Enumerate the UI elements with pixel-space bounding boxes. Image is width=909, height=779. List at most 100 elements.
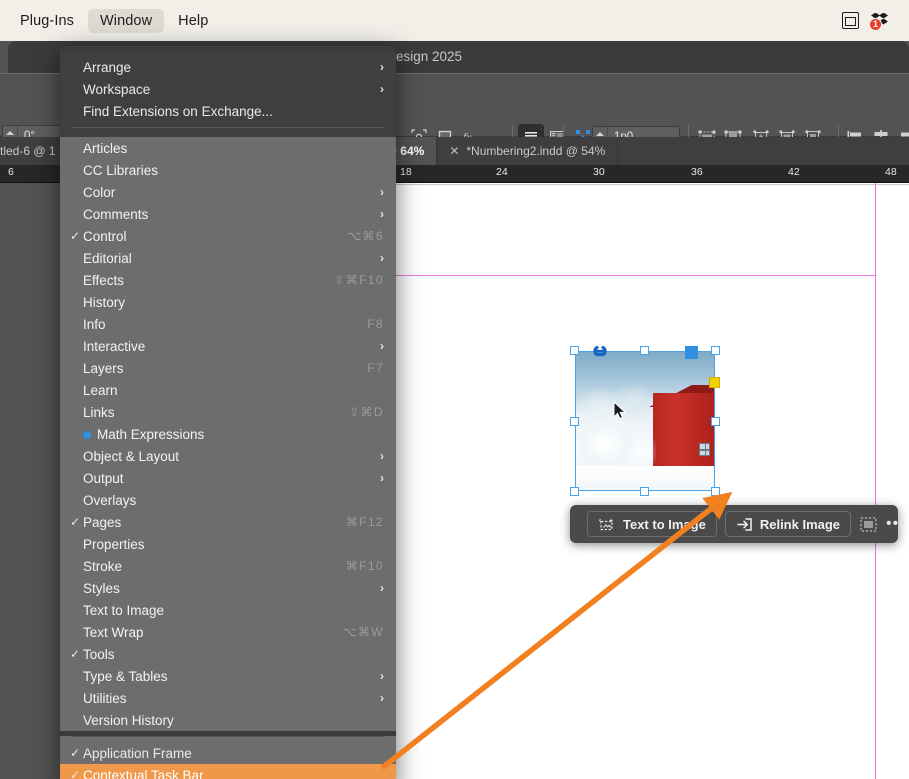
menu-item-math-expressions[interactable]: Math Expressions bbox=[60, 423, 396, 445]
chevron-right-icon: › bbox=[380, 669, 384, 683]
menu-item-learn[interactable]: Learn bbox=[60, 379, 396, 401]
handle-top-left[interactable] bbox=[570, 346, 579, 355]
menu-item-find-extensions[interactable]: Find Extensions on Exchange... bbox=[60, 100, 396, 122]
menu-item-editorial[interactable]: Editorial › bbox=[60, 247, 396, 269]
handle-middle-right[interactable] bbox=[711, 417, 720, 426]
menu-item-overlays[interactable]: Overlays bbox=[60, 489, 396, 511]
document-tab-4-label: *Numbering2.indd @ 54% bbox=[466, 144, 606, 158]
menu-check: ✓ bbox=[70, 229, 81, 243]
menu-item-cc-libraries[interactable]: CC Libraries bbox=[60, 159, 396, 181]
menu-item-label: Articles bbox=[83, 140, 128, 156]
menu-item-contextual-task-bar[interactable]: ✓ Contextual Task Bar bbox=[60, 764, 396, 779]
menu-section-bottom: ✓ Application Frame ✓ Contextual Task Ba… bbox=[60, 736, 396, 779]
text-to-image-button[interactable]: Text to Image bbox=[587, 511, 717, 537]
handle-top-right[interactable] bbox=[711, 346, 720, 355]
menu-item-layers[interactable]: Layers F7 bbox=[60, 357, 396, 379]
ruler-label-1: 24 bbox=[496, 166, 508, 178]
menu-item-application-frame[interactable]: ✓ Application Frame bbox=[60, 742, 396, 764]
chevron-right-icon: › bbox=[380, 207, 384, 221]
menu-bar-status-icons: 1 bbox=[842, 12, 909, 31]
menu-divider-1 bbox=[72, 127, 384, 128]
menu-item-properties[interactable]: Properties bbox=[60, 533, 396, 555]
chevron-right-icon: › bbox=[380, 691, 384, 705]
menu-item-text-to-image[interactable]: Text to Image bbox=[60, 599, 396, 621]
menu-item-label: Comments bbox=[83, 206, 149, 222]
handle-bottom-center[interactable] bbox=[640, 487, 649, 496]
dropbox-icon[interactable]: 1 bbox=[869, 12, 893, 31]
menu-item-interactive[interactable]: Interactive › bbox=[60, 335, 396, 357]
ruler-label-2: 30 bbox=[593, 166, 605, 178]
menu-item-stroke[interactable]: Stroke ⌘F10 bbox=[60, 555, 396, 577]
document-tab-0[interactable]: tled-6 @ 1 bbox=[0, 137, 64, 165]
app-title: esign 2025 bbox=[396, 49, 463, 64]
dropbox-badge: 1 bbox=[869, 17, 882, 31]
menu-item-articles[interactable]: Articles bbox=[60, 137, 396, 159]
menu-item-links[interactable]: Links ⇧⌘D bbox=[60, 401, 396, 423]
menu-item-label: Contextual Task Bar bbox=[83, 767, 204, 779]
handle-middle-left[interactable] bbox=[570, 417, 579, 426]
handle-bottom-right[interactable] bbox=[711, 487, 720, 496]
menu-item-version-history[interactable]: Version History bbox=[60, 709, 396, 731]
contextual-task-bar[interactable]: Text to Image Relink Image ••• bbox=[570, 505, 905, 543]
menu-shortcut: ⇧⌘D bbox=[349, 405, 384, 419]
menu-item-control[interactable]: ✓ Control ⌥⌘6 bbox=[60, 225, 396, 247]
text-to-image-label: Text to Image bbox=[623, 516, 706, 532]
menu-item-label: Learn bbox=[83, 382, 118, 398]
window-dropdown-menu[interactable]: Arrange › Workspace › Find Extensions on… bbox=[60, 46, 396, 779]
document-tab-0-label: tled-6 @ 1 bbox=[0, 144, 56, 158]
mouse-cursor-icon bbox=[613, 400, 627, 420]
menu-item-color[interactable]: Color › bbox=[60, 181, 396, 203]
menu-item-label: Interactive bbox=[83, 338, 146, 354]
menu-item-type-tables[interactable]: Type & Tables › bbox=[60, 665, 396, 687]
menu-item-label: Overlays bbox=[83, 492, 137, 508]
menu-item-pages[interactable]: ✓ Pages ⌘F12 bbox=[60, 511, 396, 533]
relink-image-button[interactable]: Relink Image bbox=[724, 511, 852, 537]
menu-item-label: Color bbox=[83, 184, 116, 200]
handle-bottom-left[interactable] bbox=[570, 487, 579, 496]
menu-help[interactable]: Help bbox=[166, 9, 220, 33]
menu-item-utilities[interactable]: Utilities › bbox=[60, 687, 396, 709]
menu-item-label: Effects bbox=[83, 272, 125, 288]
chevron-right-icon: › bbox=[380, 251, 384, 265]
corner-options-yellow-handle[interactable] bbox=[709, 377, 720, 388]
menu-item-label: Math Expressions bbox=[83, 427, 384, 442]
menu-item-styles[interactable]: Styles › bbox=[60, 577, 396, 599]
menu-item-history[interactable]: History bbox=[60, 291, 396, 313]
menu-item-label: Object & Layout bbox=[83, 448, 180, 464]
menu-plug-ins[interactable]: Plug-Ins bbox=[8, 9, 86, 33]
menu-item-workspace[interactable]: Workspace › bbox=[60, 78, 396, 100]
macos-menu-bar: Plug-Ins Window Help 1 bbox=[0, 0, 909, 41]
vertical-guide bbox=[875, 183, 876, 779]
menu-item-label: Properties bbox=[83, 536, 145, 552]
menu-shortcut: ⌥⌘W bbox=[342, 625, 384, 639]
menu-shortcut: ⇧⌘F10 bbox=[334, 273, 384, 287]
handle-top-blue[interactable] bbox=[685, 346, 698, 359]
document-tab-4[interactable]: ✕ *Numbering2.indd @ 54% bbox=[437, 137, 619, 165]
menu-shortcut: F8 bbox=[367, 317, 384, 331]
menu-item-tools[interactable]: ✓ Tools bbox=[60, 643, 396, 665]
screenshot-icon[interactable] bbox=[842, 12, 859, 29]
menu-item-arrange[interactable]: Arrange › bbox=[60, 56, 396, 78]
document-canvas[interactable] bbox=[396, 183, 909, 779]
menu-item-info[interactable]: Info F8 bbox=[60, 313, 396, 335]
task-bar-more-button[interactable]: ••• bbox=[886, 516, 906, 532]
menu-window[interactable]: Window bbox=[88, 8, 165, 33]
chevron-right-icon: › bbox=[380, 60, 384, 74]
menu-item-output[interactable]: Output › bbox=[60, 467, 396, 489]
select-subject-button[interactable] bbox=[859, 511, 878, 537]
menu-item-label: Control bbox=[83, 228, 127, 244]
select-subject-icon bbox=[860, 517, 877, 531]
chevron-right-icon: › bbox=[380, 581, 384, 595]
handle-top-center[interactable] bbox=[640, 346, 649, 355]
menu-item-label: Styles bbox=[83, 580, 120, 596]
menu-item-label: Links bbox=[83, 404, 115, 420]
menu-item-comments[interactable]: Comments › bbox=[60, 203, 396, 225]
ruler-label-5: 48 bbox=[885, 166, 897, 178]
menu-item-text-wrap[interactable]: Text Wrap ⌥⌘W bbox=[60, 621, 396, 643]
menu-item-effects[interactable]: Effects ⇧⌘F10 bbox=[60, 269, 396, 291]
menu-item-object-layout[interactable]: Object & Layout › bbox=[60, 445, 396, 467]
placed-image-frame[interactable] bbox=[570, 345, 720, 496]
close-icon[interactable]: ✕ bbox=[449, 144, 459, 158]
menu-item-label: Text Wrap bbox=[83, 624, 144, 640]
link-chain-icon[interactable] bbox=[587, 342, 611, 357]
